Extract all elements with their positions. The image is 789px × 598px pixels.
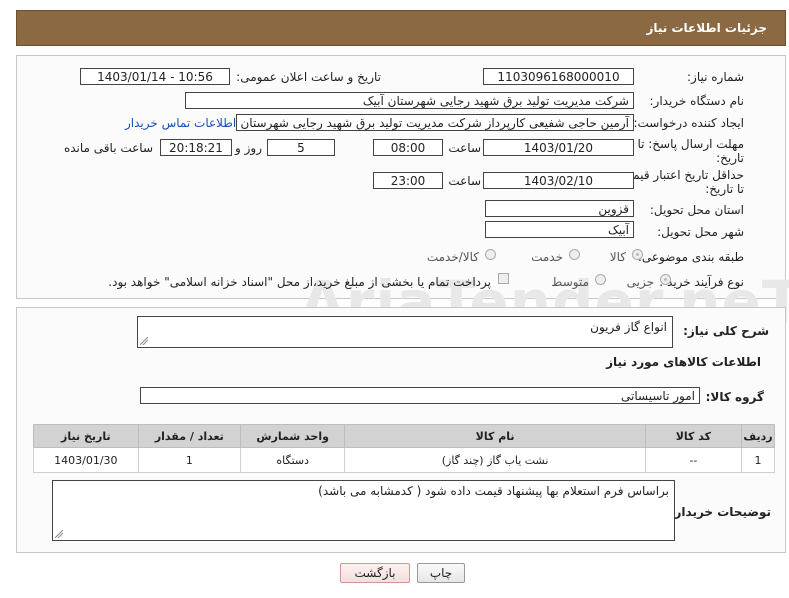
back-button[interactable]: بازگشت	[340, 563, 410, 583]
days-label: روز و	[235, 141, 262, 155]
col-row-number: ردیف	[741, 424, 775, 448]
resize-grip-icon	[140, 337, 148, 345]
need-number-field: 1103096168000010	[483, 68, 634, 85]
treasury-payment-checkbox[interactable]	[498, 273, 509, 284]
col-goods-name: نام کالا	[344, 424, 646, 448]
page-header: جزئیات اطلاعات نیاز	[16, 10, 786, 46]
page-title: جزئیات اطلاعات نیاز	[646, 21, 767, 35]
table-row: 1 -- نشت یاب گاز (چند گاز) دستگاه 1 1403…	[33, 447, 775, 473]
buyer-org-field: شرکت مدیریت تولید برق شهید رجایی شهرستان…	[185, 92, 634, 109]
price-time-field: 23:00	[373, 172, 443, 189]
category-service-radio[interactable]	[569, 249, 580, 260]
process-minor-label: جزیی	[626, 275, 654, 289]
cell-goods-code: --	[644, 447, 743, 473]
process-medium-label: متوسط	[551, 275, 589, 289]
goods-info-title: اطلاعات کالاهای مورد نیاز	[606, 355, 761, 369]
category-goods-label: کالا	[609, 250, 626, 264]
announce-datetime-field: 1403/01/14 - 10:56	[80, 68, 230, 85]
category-label: طبقه بندی موضوعی:	[637, 250, 744, 264]
goods-group-label: گروه کالا:	[705, 390, 764, 404]
category-service-label: خدمت	[531, 250, 563, 264]
province-field: قزوین	[485, 200, 634, 217]
city-field: آبیک	[485, 221, 634, 238]
buyer-notes-label: توضیحات خریدار:	[669, 505, 771, 519]
buyer-notes-field: براساس فرم استعلام بها پیشنهاد قیمت داده…	[52, 480, 675, 541]
cell-unit: دستگاه	[239, 447, 346, 473]
description-field: انواع گاز فریون	[137, 316, 673, 348]
col-quantity: تعداد / مقدار	[137, 424, 241, 448]
cell-need-date: 1403/01/30	[33, 447, 139, 473]
resize-grip-icon	[55, 530, 63, 538]
cell-goods-name: نشت یاب گاز (چند گاز)	[344, 447, 646, 473]
col-need-date: تاریخ نیاز	[33, 424, 139, 448]
reply-time-field: 08:00	[373, 139, 443, 156]
remaining-time-label: ساعت باقی مانده	[63, 141, 153, 155]
treasury-payment-note: پرداخت تمام یا بخشی از مبلغ خرید،از محل …	[108, 275, 491, 289]
goods-group-field: امور تاسیساتی	[140, 387, 700, 404]
creator-label: ایجاد کننده درخواست:	[633, 116, 744, 130]
goods-table-wrapper: ردیف کد کالا نام کالا واحد شمارش تعداد /…	[33, 424, 775, 473]
creator-field: آرمین حاجی شفیعی کارپرداز شرکت مدیریت تو…	[236, 114, 634, 131]
cell-row-number: 1	[741, 447, 775, 473]
description-text: انواع گاز فریون	[590, 320, 667, 334]
city-label: شهر محل تحویل:	[657, 225, 744, 239]
process-type-label: نوع فرآیند خرید :	[659, 275, 744, 289]
category-goods-service-label: کالا/خدمت	[426, 250, 479, 264]
cell-quantity: 1	[137, 447, 241, 473]
price-date-field: 1403/02/10	[483, 172, 634, 189]
announce-datetime-label: تاریخ و ساعت اعلان عمومی:	[236, 70, 381, 84]
col-unit: واحد شمارش	[239, 424, 346, 448]
print-button[interactable]: چاپ	[417, 563, 465, 583]
process-minor-radio[interactable]	[660, 274, 671, 285]
remaining-days-field: 5	[267, 139, 335, 156]
reply-time-label: ساعت	[448, 141, 481, 155]
need-number-label: شماره نیاز:	[687, 70, 744, 84]
remaining-time-field: 20:18:21	[160, 139, 232, 156]
goods-table: ردیف کد کالا نام کالا واحد شمارش تعداد /…	[33, 424, 775, 473]
category-goods-service-radio[interactable]	[485, 249, 496, 260]
reply-date-field: 1403/01/20	[483, 139, 634, 156]
buyer-contact-link[interactable]: اطلاعات تماس خریدار	[125, 116, 236, 130]
buyer-org-label: نام دستگاه خریدار:	[649, 94, 745, 108]
category-goods-radio[interactable]	[632, 249, 643, 260]
price-time-label: ساعت	[448, 174, 481, 188]
col-goods-code: کد کالا	[644, 424, 743, 448]
buyer-notes-text: براساس فرم استعلام بها پیشنهاد قیمت داده…	[318, 484, 669, 498]
description-label: شرح کلی نیاز:	[683, 324, 769, 338]
reply-deadline-label: مهلت ارسال پاسخ: تا تاریخ:	[637, 137, 744, 165]
goods-table-header: ردیف کد کالا نام کالا واحد شمارش تعداد /…	[33, 424, 775, 448]
province-label: استان محل تحویل:	[649, 203, 744, 217]
process-medium-radio[interactable]	[595, 274, 606, 285]
